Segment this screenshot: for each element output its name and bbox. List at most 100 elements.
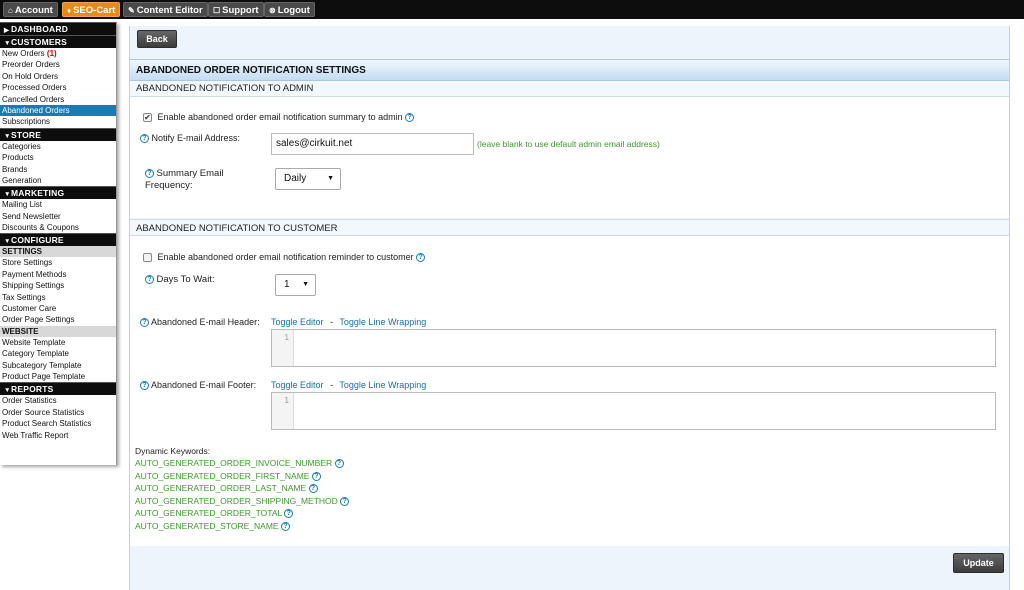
admin-section-heading: ABANDONED NOTIFICATION TO ADMIN [130, 81, 1009, 97]
sidebar-item-category-template[interactable]: Category Template [0, 348, 116, 359]
header-toggle-line-wrapping-link[interactable]: Toggle Line Wrapping [339, 317, 426, 327]
help-icon[interactable]: ? [405, 113, 415, 123]
logout-button[interactable]: ⊗ Logout [264, 2, 315, 17]
email-header-label: Abandoned E-mail Header: [151, 317, 260, 327]
account-button[interactable]: ⌂ Account [3, 2, 58, 17]
help-icon[interactable]: ? [416, 253, 426, 263]
help-icon[interactable]: ? [280, 521, 290, 531]
sidebar-item-shipping-settings[interactable]: Shipping Settings [0, 280, 116, 291]
email-footer-label: Abandoned E-mail Footer: [151, 380, 257, 390]
sidebar-section-customers[interactable]: ▼CUSTOMERS [0, 35, 116, 48]
days-to-wait-label: Days To Wait: [156, 274, 215, 285]
sidebar-item-generation[interactable]: Generation [0, 175, 116, 186]
seo-cart-logo-icon: ♦ [67, 6, 72, 15]
sidebar-item-abandoned-orders[interactable]: Abandoned Orders [0, 104, 116, 117]
customer-section-heading: ABANDONED NOTIFICATION TO CUSTOMER [130, 219, 1009, 236]
email-footer-label-row: ? Abandoned E-mail Footer: [140, 380, 257, 391]
sidebar-section-dashboard[interactable]: ▶ DASHBOARD [0, 22, 116, 35]
sidebar-item-web-traffic-report[interactable]: Web Traffic Report [0, 430, 116, 441]
header-toggle-editor-link[interactable]: Toggle Editor [271, 317, 324, 327]
days-to-wait-value: 1 [284, 279, 290, 290]
help-icon[interactable]: ? [284, 509, 294, 519]
customer-settings-panel: Enable abandoned order email notificatio… [130, 236, 1009, 546]
page-title: ABANDONED ORDER NOTIFICATION SETTINGS [130, 59, 1009, 81]
sidebar-item-customer-care[interactable]: Customer Care [0, 303, 116, 314]
help-icon[interactable]: ? [311, 471, 321, 481]
help-icon[interactable]: ? [340, 496, 350, 506]
sidebar-item-store-settings[interactable]: Store Settings [0, 257, 116, 268]
sidebar-item-send-newsletter[interactable]: Send Newsletter [0, 211, 116, 222]
customer-enable-label: Enable abandoned order email notificatio… [157, 252, 414, 262]
days-to-wait-select[interactable]: 1 ▼ [275, 274, 316, 296]
sidebar-item-discounts-coupons[interactable]: Discounts & Coupons [0, 222, 116, 233]
sidebar: ▶ DASHBOARD ▼CUSTOMERS New Orders (1) Pre… [0, 22, 117, 465]
back-button[interactable]: Back [137, 30, 177, 48]
keyword-item: AUTO_GENERATED_STORE_NAME ? [135, 521, 290, 531]
sidebar-item-order-statistics[interactable]: Order Statistics [0, 395, 116, 406]
customer-enable-row: Enable abandoned order email notificatio… [143, 252, 426, 263]
close-circle-icon: ⊗ [269, 6, 276, 15]
sidebar-item-website-template[interactable]: Website Template [0, 337, 116, 348]
footer-toggle-line-wrapping-link[interactable]: Toggle Line Wrapping [339, 380, 426, 390]
header-link-separator: - [330, 317, 334, 327]
keyword-item: AUTO_GENERATED_ORDER_SHIPPING_METHOD ? [135, 496, 350, 506]
help-icon[interactable]: ? [334, 459, 344, 469]
summary-frequency-label-2: Frequency: [145, 180, 193, 191]
help-icon[interactable]: ? [140, 134, 149, 144]
sidebar-item-mailing-list[interactable]: Mailing List [0, 199, 116, 210]
help-icon[interactable]: ? [145, 169, 154, 179]
sidebar-item-order-page-settings[interactable]: Order Page Settings [0, 314, 116, 325]
home-icon: ⌂ [8, 6, 13, 15]
email-footer-editor[interactable]: 1 [271, 392, 996, 430]
admin-enable-label: Enable abandoned order email notificatio… [157, 112, 403, 122]
keyword-item: AUTO_GENERATED_ORDER_TOTAL ? [135, 508, 294, 519]
email-header-toolbar: Toggle Editor - Toggle Line Wrapping [271, 317, 426, 327]
sidebar-item-processed-orders[interactable]: Processed Orders [0, 82, 116, 93]
sidebar-item-products[interactable]: Products [0, 152, 116, 163]
help-icon[interactable]: ? [308, 484, 318, 494]
sidebar-item-categories[interactable]: Categories [0, 141, 116, 152]
sidebar-item-subscriptions[interactable]: Subscriptions [0, 116, 116, 127]
sidebar-item-brands[interactable]: Brands [0, 164, 116, 175]
support-button[interactable]: ☐ Support [208, 2, 264, 17]
sidebar-item-order-source-statistics[interactable]: Order Source Statistics [0, 407, 116, 418]
help-icon[interactable]: ? [145, 275, 154, 285]
footer-toggle-editor-link[interactable]: Toggle Editor [271, 380, 324, 390]
support-icon: ☐ [213, 6, 221, 15]
line-number-gutter: 1 [272, 393, 294, 429]
email-header-editor[interactable]: 1 [271, 329, 996, 367]
customer-enable-checkbox[interactable] [143, 253, 152, 263]
caret-down-icon: ▼ [302, 281, 309, 288]
notify-email-input[interactable]: sales@cirkuit.net [271, 133, 474, 155]
line-number-gutter: 1 [272, 330, 294, 366]
sidebar-section-store[interactable]: ▼STORE [0, 127, 116, 141]
summary-frequency-value: Daily [284, 173, 307, 184]
content-editor-button[interactable]: ✎ Content Editor [123, 2, 208, 17]
help-icon[interactable]: ? [140, 318, 149, 328]
sidebar-section-reports[interactable]: ▼REPORTS [0, 382, 116, 396]
email-footer-toolbar: Toggle Editor - Toggle Line Wrapping [271, 380, 426, 390]
days-to-wait-label-row: ? Days To Wait: [145, 274, 215, 285]
sidebar-item-product-page-template[interactable]: Product Page Template [0, 371, 116, 382]
sidebar-section-configure[interactable]: ▼CONFIGURE [0, 233, 116, 247]
summary-frequency-select[interactable]: Daily ▼ [275, 168, 341, 190]
summary-frequency-label-row: ? Summary Email [145, 168, 224, 179]
sidebar-item-new-orders[interactable]: New Orders (1) [0, 48, 116, 59]
summary-frequency-label-1: Summary Email [156, 168, 224, 179]
admin-enable-checkbox[interactable]: ✔ [143, 113, 152, 123]
sidebar-item-cancelled-orders[interactable]: Cancelled Orders [0, 94, 116, 105]
sidebar-item-product-search-statistics[interactable]: Product Search Statistics [0, 418, 116, 429]
admin-settings-panel: ✔ Enable abandoned order email notificat… [130, 97, 1009, 218]
sidebar-item-on-hold-orders[interactable]: On Hold Orders [0, 71, 116, 82]
seo-cart-button[interactable]: ♦ SEO-Cart [62, 2, 121, 17]
sidebar-item-tax-settings[interactable]: Tax Settings [0, 292, 116, 303]
main-content: Back ABANDONED ORDER NOTIFICATION SETTIN… [129, 26, 1010, 590]
sidebar-item-payment-methods[interactable]: Payment Methods [0, 269, 116, 280]
keyword-item: AUTO_GENERATED_ORDER_LAST_NAME ? [135, 483, 318, 494]
sidebar-item-preorder-orders[interactable]: Preorder Orders [0, 59, 116, 70]
help-icon[interactable]: ? [140, 381, 149, 391]
pencil-icon: ✎ [128, 6, 135, 15]
sidebar-section-marketing[interactable]: ▼MARKETING [0, 186, 116, 200]
sidebar-item-subcategory-template[interactable]: Subcategory Template [0, 360, 116, 371]
update-button[interactable]: Update [953, 553, 1004, 573]
